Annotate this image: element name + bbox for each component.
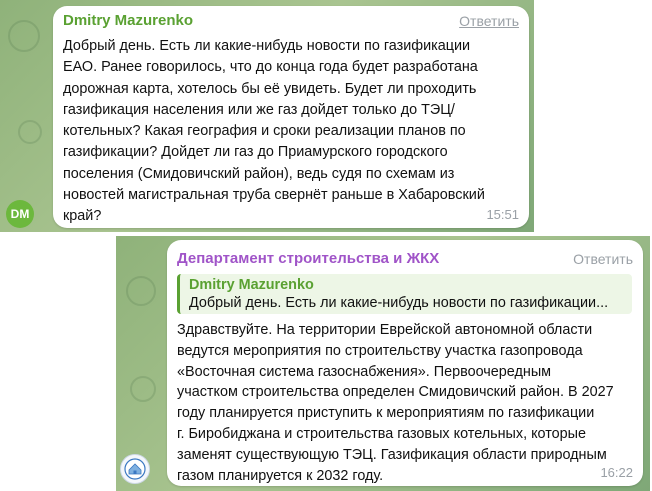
department-logo-icon bbox=[124, 458, 146, 480]
quoted-text: Добрый день. Есть ли какие-нибудь новост… bbox=[189, 295, 609, 311]
message-text: Добрый день. Есть ли какие-нибудь новост… bbox=[63, 38, 485, 225]
reply-button[interactable]: Ответить bbox=[459, 12, 519, 30]
reply-button[interactable]: Ответить bbox=[573, 250, 633, 268]
message-time: 16:22 bbox=[600, 465, 633, 480]
avatar[interactable] bbox=[120, 454, 150, 484]
message-time: 15:51 bbox=[486, 207, 519, 222]
quoted-sender: Dmitry Mazurenko bbox=[189, 277, 314, 293]
message-sender[interactable]: Dmitry Mazurenko bbox=[63, 12, 193, 30]
message-bubble: Dmitry Mazurenko Ответить Добрый день. Е… bbox=[53, 6, 529, 228]
message-text: Здравствуйте. На территории Еврейской ав… bbox=[177, 322, 614, 484]
avatar[interactable]: DM bbox=[6, 200, 34, 228]
message-bubble: Департамент строительства и ЖКХ Ответить… bbox=[167, 240, 643, 486]
message-sender[interactable]: Департамент строительства и ЖКХ bbox=[177, 250, 439, 268]
quoted-message[interactable]: Dmitry Mazurenko Добрый день. Есть ли ка… bbox=[177, 274, 632, 314]
